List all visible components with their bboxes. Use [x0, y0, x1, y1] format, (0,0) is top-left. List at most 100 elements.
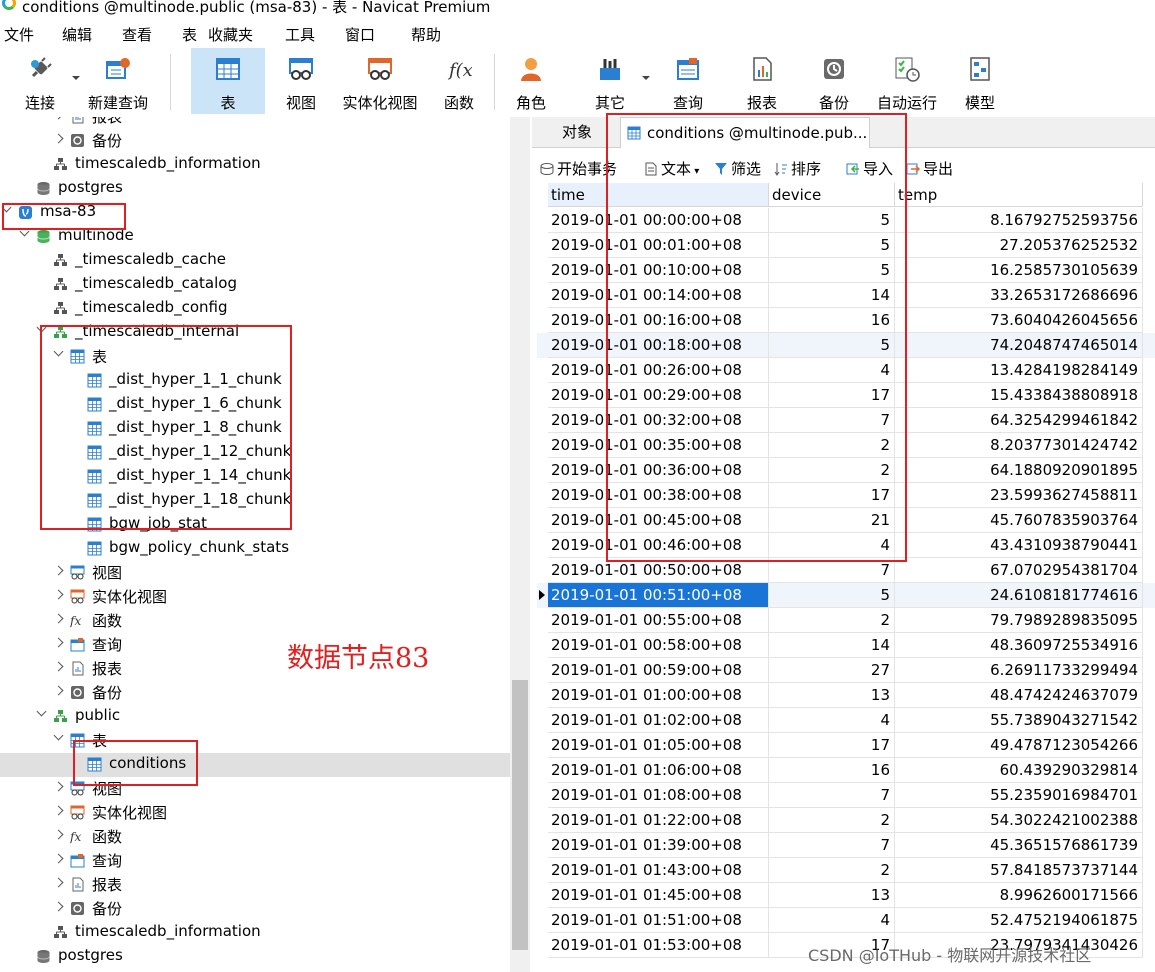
cell-temp[interactable]: 52.4752194061875 — [895, 908, 1143, 933]
cell-temp[interactable]: 73.6040426045656 — [895, 308, 1143, 333]
table-row[interactable]: 2019-01-01 00:51:00+08 5 24.6108181774616 — [537, 583, 1155, 608]
chevron-down-icon[interactable] — [53, 730, 64, 741]
menu-help[interactable]: 帮助 — [411, 24, 441, 45]
cell-time[interactable]: 2019-01-01 01:51:00+08 — [548, 908, 769, 933]
tree-item[interactable]: 视图 — [0, 561, 510, 585]
cell-time[interactable]: 2019-01-01 00:58:00+08 — [548, 633, 769, 658]
chevron-right-icon[interactable] — [53, 589, 64, 600]
cell-temp[interactable]: 60.439290329814 — [895, 758, 1143, 783]
toolbar-role-button[interactable]: 角色 — [505, 48, 557, 114]
cell-time[interactable]: 2019-01-01 01:06:00+08 — [548, 758, 769, 783]
toolbar-materialized-view-button[interactable]: 实体化视图 — [338, 48, 422, 114]
table-row[interactable]: 2019-01-01 01:06:00+08 16 60.439290329814 — [537, 758, 1155, 783]
cell-device[interactable]: 4 — [769, 708, 895, 733]
toolbar-backup-button[interactable]: 备份 — [808, 48, 860, 114]
cell-temp[interactable]: 23.5993627458811 — [895, 483, 1143, 508]
cell-temp[interactable]: 8.9962600171566 — [895, 883, 1143, 908]
cell-device[interactable]: 2 — [769, 808, 895, 833]
toolbar-connect-button[interactable]: 连接 — [14, 48, 66, 114]
table-row[interactable]: 2019-01-01 01:51:00+08 4 52.4752194061875 — [537, 908, 1155, 933]
cell-time[interactable]: 2019-01-01 01:39:00+08 — [548, 833, 769, 858]
cell-time[interactable]: 2019-01-01 00:51:00+08 — [548, 583, 769, 608]
tree-item[interactable]: _timescaledb_cache — [0, 249, 510, 273]
chevron-right-icon[interactable] — [53, 781, 64, 792]
menu-view[interactable]: 查看 — [122, 24, 152, 45]
tree-item[interactable]: _timescaledb_catalog — [0, 273, 510, 297]
tree-item[interactable]: 报表 — [0, 873, 510, 897]
menu-window[interactable]: 窗口 — [345, 24, 375, 45]
cell-temp[interactable]: 45.7607835903764 — [895, 508, 1143, 533]
table-row[interactable]: 2019-01-01 01:45:00+08 13 8.9962600171566 — [537, 883, 1155, 908]
tree-item[interactable]: 实体化视图 — [0, 585, 510, 609]
table-row[interactable]: 2019-01-01 01:22:00+08 2 54.3022421002388 — [537, 808, 1155, 833]
column-header-temp[interactable]: temp — [895, 183, 1143, 207]
tree-item[interactable]: 报表 — [0, 657, 510, 681]
chevron-right-icon[interactable] — [53, 565, 64, 576]
cell-device[interactable]: 7 — [769, 833, 895, 858]
toolbar-automation-button[interactable]: 自动运行 — [872, 48, 942, 114]
cell-temp[interactable]: 67.0702954381704 — [895, 558, 1143, 583]
cell-time[interactable]: 2019-01-01 01:00:00+08 — [548, 683, 769, 708]
tree-item[interactable]: fx 函数 — [0, 609, 510, 633]
toolbar-table-button[interactable]: 表 — [191, 48, 265, 114]
tree-item[interactable]: 备份 — [0, 129, 510, 153]
table-row[interactable]: 2019-01-01 00:58:00+08 14 48.3609725534916 — [537, 633, 1155, 658]
other-dropdown-caret[interactable] — [642, 76, 650, 80]
cell-temp[interactable]: 49.4787123054266 — [895, 733, 1143, 758]
toolbar-view-button[interactable]: 视图 — [268, 48, 334, 114]
table-row[interactable]: 2019-01-01 01:39:00+08 7 45.3651576861739 — [537, 833, 1155, 858]
tree-item[interactable]: 查询 — [0, 633, 510, 657]
cell-temp[interactable]: 6.26911733299494 — [895, 658, 1143, 683]
table-row[interactable]: 2019-01-01 01:00:00+08 13 48.4742424637079 — [537, 683, 1155, 708]
table-row[interactable]: 2019-01-01 00:59:00+08 27 6.26911733299494 — [537, 658, 1155, 683]
cell-device[interactable]: 4 — [769, 908, 895, 933]
chevron-right-icon[interactable] — [53, 901, 64, 912]
cell-temp[interactable]: 48.3609725534916 — [895, 633, 1143, 658]
cell-temp[interactable]: 64.1880920901895 — [895, 458, 1143, 483]
tree-item[interactable]: postgres — [0, 945, 510, 969]
tree-scrollbar-thumb[interactable] — [512, 680, 528, 950]
tree-item[interactable]: 查询 — [0, 849, 510, 873]
cell-temp[interactable]: 45.3651576861739 — [895, 833, 1143, 858]
tree-item[interactable]: 备份 — [0, 897, 510, 921]
cell-time[interactable]: 2019-01-01 01:02:00+08 — [548, 708, 769, 733]
chevron-right-icon[interactable] — [53, 661, 64, 672]
cell-temp[interactable]: 15.4338438808918 — [895, 383, 1143, 408]
tree-item[interactable]: 报表 — [0, 117, 510, 129]
cell-temp[interactable]: 8.16792752593756 — [895, 208, 1143, 233]
cell-temp[interactable]: 57.8418573737144 — [895, 858, 1143, 883]
table-row[interactable]: 2019-01-01 01:05:00+08 17 49.4787123054266 — [537, 733, 1155, 758]
cell-time[interactable]: 2019-01-01 00:55:00+08 — [548, 608, 769, 633]
cell-device[interactable]: 2 — [769, 858, 895, 883]
tree-item[interactable]: _timescaledb_config — [0, 297, 510, 321]
chevron-right-icon[interactable] — [53, 805, 64, 816]
cell-device[interactable]: 14 — [769, 633, 895, 658]
cell-time[interactable]: 2019-01-01 01:08:00+08 — [548, 783, 769, 808]
chevron-down-icon[interactable] — [36, 706, 47, 717]
cell-temp[interactable]: 79.7989289835095 — [895, 608, 1143, 633]
cell-temp[interactable]: 24.6108181774616 — [895, 583, 1143, 608]
tree-item[interactable]: 实体化视图 — [0, 801, 510, 825]
toolbar-report-button[interactable]: 报表 — [736, 48, 788, 114]
tree-item[interactable]: bgw_policy_chunk_stats — [0, 537, 510, 561]
chevron-right-icon[interactable] — [53, 133, 64, 144]
connect-dropdown-caret[interactable] — [72, 76, 80, 80]
chevron-right-icon[interactable] — [53, 853, 64, 864]
chevron-right-icon[interactable] — [53, 829, 64, 840]
cell-temp[interactable]: 74.2048747465014 — [895, 333, 1143, 358]
cell-time[interactable]: 2019-01-01 00:59:00+08 — [548, 658, 769, 683]
cell-device[interactable]: 13 — [769, 883, 895, 908]
chevron-right-icon[interactable] — [53, 117, 64, 120]
tree-item[interactable]: fx 函数 — [0, 825, 510, 849]
cell-device[interactable]: 7 — [769, 783, 895, 808]
table-row[interactable]: 2019-01-01 01:43:00+08 2 57.8418573737144 — [537, 858, 1155, 883]
tree-item[interactable]: 备份 — [0, 681, 510, 705]
tree-item[interactable]: postgres — [0, 177, 510, 201]
toolbar-other-button[interactable]: 其它 — [584, 48, 636, 114]
cell-device[interactable]: 16 — [769, 758, 895, 783]
toolbar-function-button[interactable]: f(x) 函数 — [430, 48, 488, 114]
cell-temp[interactable]: 48.4742424637079 — [895, 683, 1143, 708]
cell-device[interactable]: 13 — [769, 683, 895, 708]
tree-item[interactable]: public — [0, 705, 510, 729]
cell-temp[interactable]: 13.4284198284149 — [895, 358, 1143, 383]
